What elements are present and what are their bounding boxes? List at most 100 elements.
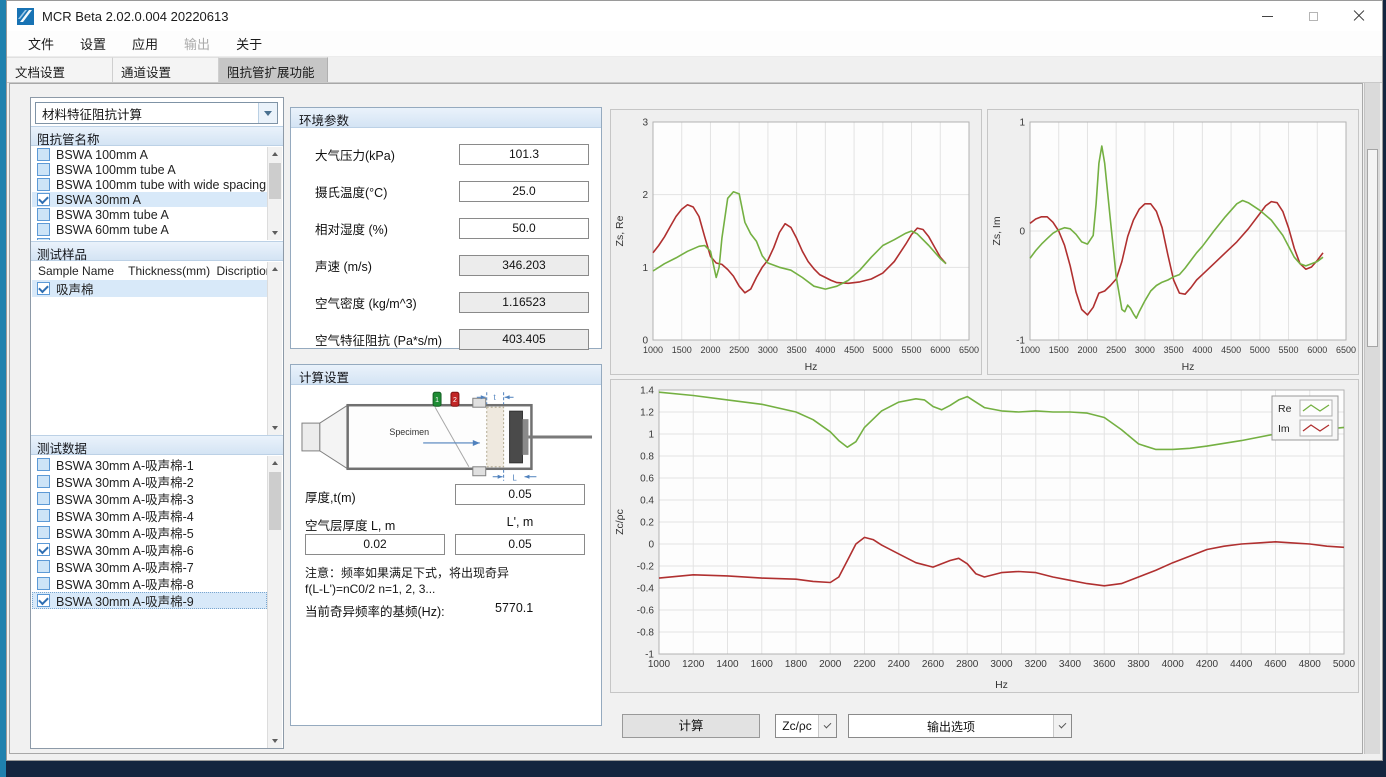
- air-layer-input[interactable]: 0.02: [305, 534, 445, 555]
- tube-item-label: BSWA 60mm tube A: [56, 223, 169, 237]
- test-data-item[interactable]: BSWA 30mm A-吸声棉-5: [32, 524, 267, 541]
- env-field-row: 空气特征阻抗 (Pa*s/m)403.405: [303, 327, 589, 351]
- svg-text:3500: 3500: [1164, 345, 1184, 355]
- tube-item[interactable]: [32, 237, 267, 240]
- tab-3[interactable]: 阻抗管扩展功能: [219, 57, 328, 82]
- env-field-input[interactable]: 25.0: [459, 181, 589, 202]
- scrollbar-thumb[interactable]: [269, 472, 281, 530]
- note-line1: 注意：频率如果满足下式，将出现奇异: [305, 565, 590, 581]
- app-logo-icon: [17, 8, 34, 25]
- checkbox-unchecked[interactable]: [37, 509, 50, 522]
- svg-text:5000: 5000: [873, 345, 893, 355]
- calculate-button[interactable]: 计算: [622, 714, 760, 738]
- checkbox-checked[interactable]: [37, 543, 50, 556]
- sample-scrollbar[interactable]: [267, 262, 282, 435]
- scroll-down-icon[interactable]: [268, 734, 282, 748]
- minimize-button[interactable]: [1244, 1, 1290, 31]
- svg-text:5500: 5500: [1279, 345, 1299, 355]
- titlebar: MCR Beta 2.02.0.004 20220613: [7, 1, 1382, 31]
- scrollbar-thumb[interactable]: [1367, 149, 1378, 347]
- test-data-item[interactable]: BSWA 30mm A-吸声棉-1: [32, 456, 267, 473]
- checkbox-unchecked[interactable]: [37, 163, 50, 176]
- checkbox-unchecked[interactable]: [37, 560, 50, 573]
- output-options-dropdown[interactable]: 输出选项: [848, 714, 1072, 738]
- tab-2[interactable]: 通道设置: [113, 57, 219, 82]
- svg-text:1200: 1200: [682, 659, 705, 670]
- checkbox-unchecked[interactable]: [37, 492, 50, 505]
- scrollbar-thumb[interactable]: [269, 163, 281, 199]
- svg-text:3: 3: [642, 118, 648, 129]
- tube-section-header: 阻抗管名称: [31, 126, 283, 146]
- test-data-item[interactable]: BSWA 30mm A-吸声棉-8: [32, 575, 267, 592]
- svg-text:4500: 4500: [844, 345, 864, 355]
- svg-text:2600: 2600: [922, 659, 945, 670]
- svg-text:4000: 4000: [815, 345, 835, 355]
- checkbox-unchecked[interactable]: [37, 458, 50, 471]
- svg-text:Zs, Im: Zs, Im: [991, 216, 1003, 245]
- chevron-down-icon[interactable]: [1053, 715, 1071, 737]
- tube-item[interactable]: BSWA 30mm A: [32, 192, 267, 207]
- test-data-item[interactable]: BSWA 30mm A-吸声棉-3: [32, 490, 267, 507]
- checkbox-unchecked[interactable]: [37, 577, 50, 590]
- chart-zs-im: 1000150020002500300035004000450050005500…: [987, 109, 1359, 375]
- svg-text:3600: 3600: [1093, 659, 1116, 670]
- scroll-up-icon[interactable]: [268, 456, 282, 470]
- checkbox-unchecked[interactable]: [37, 526, 50, 539]
- close-button[interactable]: [1336, 1, 1382, 31]
- checkbox-checked[interactable]: [37, 193, 50, 206]
- scroll-down-icon[interactable]: [268, 421, 282, 435]
- tube-item[interactable]: BSWA 30mm tube A: [32, 207, 267, 222]
- air-layer2-input[interactable]: 0.05: [455, 534, 585, 555]
- svg-text:-1: -1: [645, 650, 654, 661]
- checkbox-unchecked[interactable]: [37, 223, 50, 236]
- svg-text:0.6: 0.6: [640, 474, 654, 485]
- test-data-item[interactable]: BSWA 30mm A-吸声棉-9: [32, 592, 267, 609]
- calc-type-dropdown[interactable]: 材料特征阻抗计算: [35, 102, 278, 124]
- scroll-down-icon[interactable]: [268, 226, 282, 240]
- tab-1[interactable]: 文档设置: [7, 57, 113, 82]
- data-list-scrollbar[interactable]: [267, 456, 282, 748]
- window-scrollbar[interactable]: [1364, 83, 1380, 754]
- test-data-item[interactable]: BSWA 30mm A-吸声棉-2: [32, 473, 267, 490]
- close-icon: [1353, 10, 1365, 22]
- test-data-item[interactable]: BSWA 30mm A-吸声棉-7: [32, 558, 267, 575]
- checkbox-unchecked[interactable]: [37, 208, 50, 221]
- tube-item[interactable]: BSWA 100mm A: [32, 147, 267, 162]
- scroll-up-icon[interactable]: [268, 147, 282, 161]
- svg-text:2500: 2500: [729, 345, 749, 355]
- maximize-button[interactable]: [1290, 1, 1336, 31]
- sample-row[interactable]: 吸声棉: [32, 280, 267, 297]
- checkbox-unchecked[interactable]: [37, 475, 50, 488]
- svg-text:1400: 1400: [716, 659, 739, 670]
- checkbox-checked[interactable]: [37, 282, 50, 295]
- menu-item-3[interactable]: 应用: [119, 31, 171, 56]
- scroll-up-icon[interactable]: [268, 262, 282, 276]
- tube-item[interactable]: BSWA 100mm tube A: [32, 162, 267, 177]
- env-field-row: 摄氏温度(°C)25.0: [303, 179, 589, 203]
- quantity-dropdown[interactable]: Zc/ρc: [775, 714, 837, 738]
- menu-item-4[interactable]: 输出: [171, 31, 223, 56]
- test-data-item[interactable]: BSWA 30mm A-吸声棉-4: [32, 507, 267, 524]
- svg-text:4000: 4000: [1162, 659, 1185, 670]
- svg-text:1: 1: [648, 430, 654, 441]
- checkbox-unchecked[interactable]: [37, 148, 50, 161]
- checkbox-checked[interactable]: [37, 594, 50, 607]
- menu-item-2[interactable]: 设置: [67, 31, 119, 56]
- tube-list-scrollbar[interactable]: [267, 147, 282, 240]
- menu-item-5[interactable]: 关于: [223, 31, 275, 56]
- sample-section-header: 测试样品: [31, 241, 283, 261]
- checkbox-unchecked[interactable]: [37, 178, 50, 191]
- thickness-input[interactable]: 0.05: [455, 484, 585, 505]
- svg-text:4500: 4500: [1221, 345, 1241, 355]
- chevron-down-icon[interactable]: [258, 103, 277, 123]
- env-field-input[interactable]: 101.3: [459, 144, 589, 165]
- menu-item-1[interactable]: 文件: [15, 31, 67, 56]
- tube-item[interactable]: BSWA 60mm tube A: [32, 222, 267, 237]
- tube-item-label: BSWA 30mm A: [56, 193, 141, 207]
- env-field-input[interactable]: 50.0: [459, 218, 589, 239]
- tube-item[interactable]: BSWA 100mm tube with wide spacing: [32, 177, 267, 192]
- test-data-item[interactable]: BSWA 30mm A-吸声棉-6: [32, 541, 267, 558]
- checkbox-unchecked[interactable]: [37, 238, 50, 240]
- chevron-down-icon[interactable]: [818, 715, 836, 737]
- svg-text:1000: 1000: [643, 345, 663, 355]
